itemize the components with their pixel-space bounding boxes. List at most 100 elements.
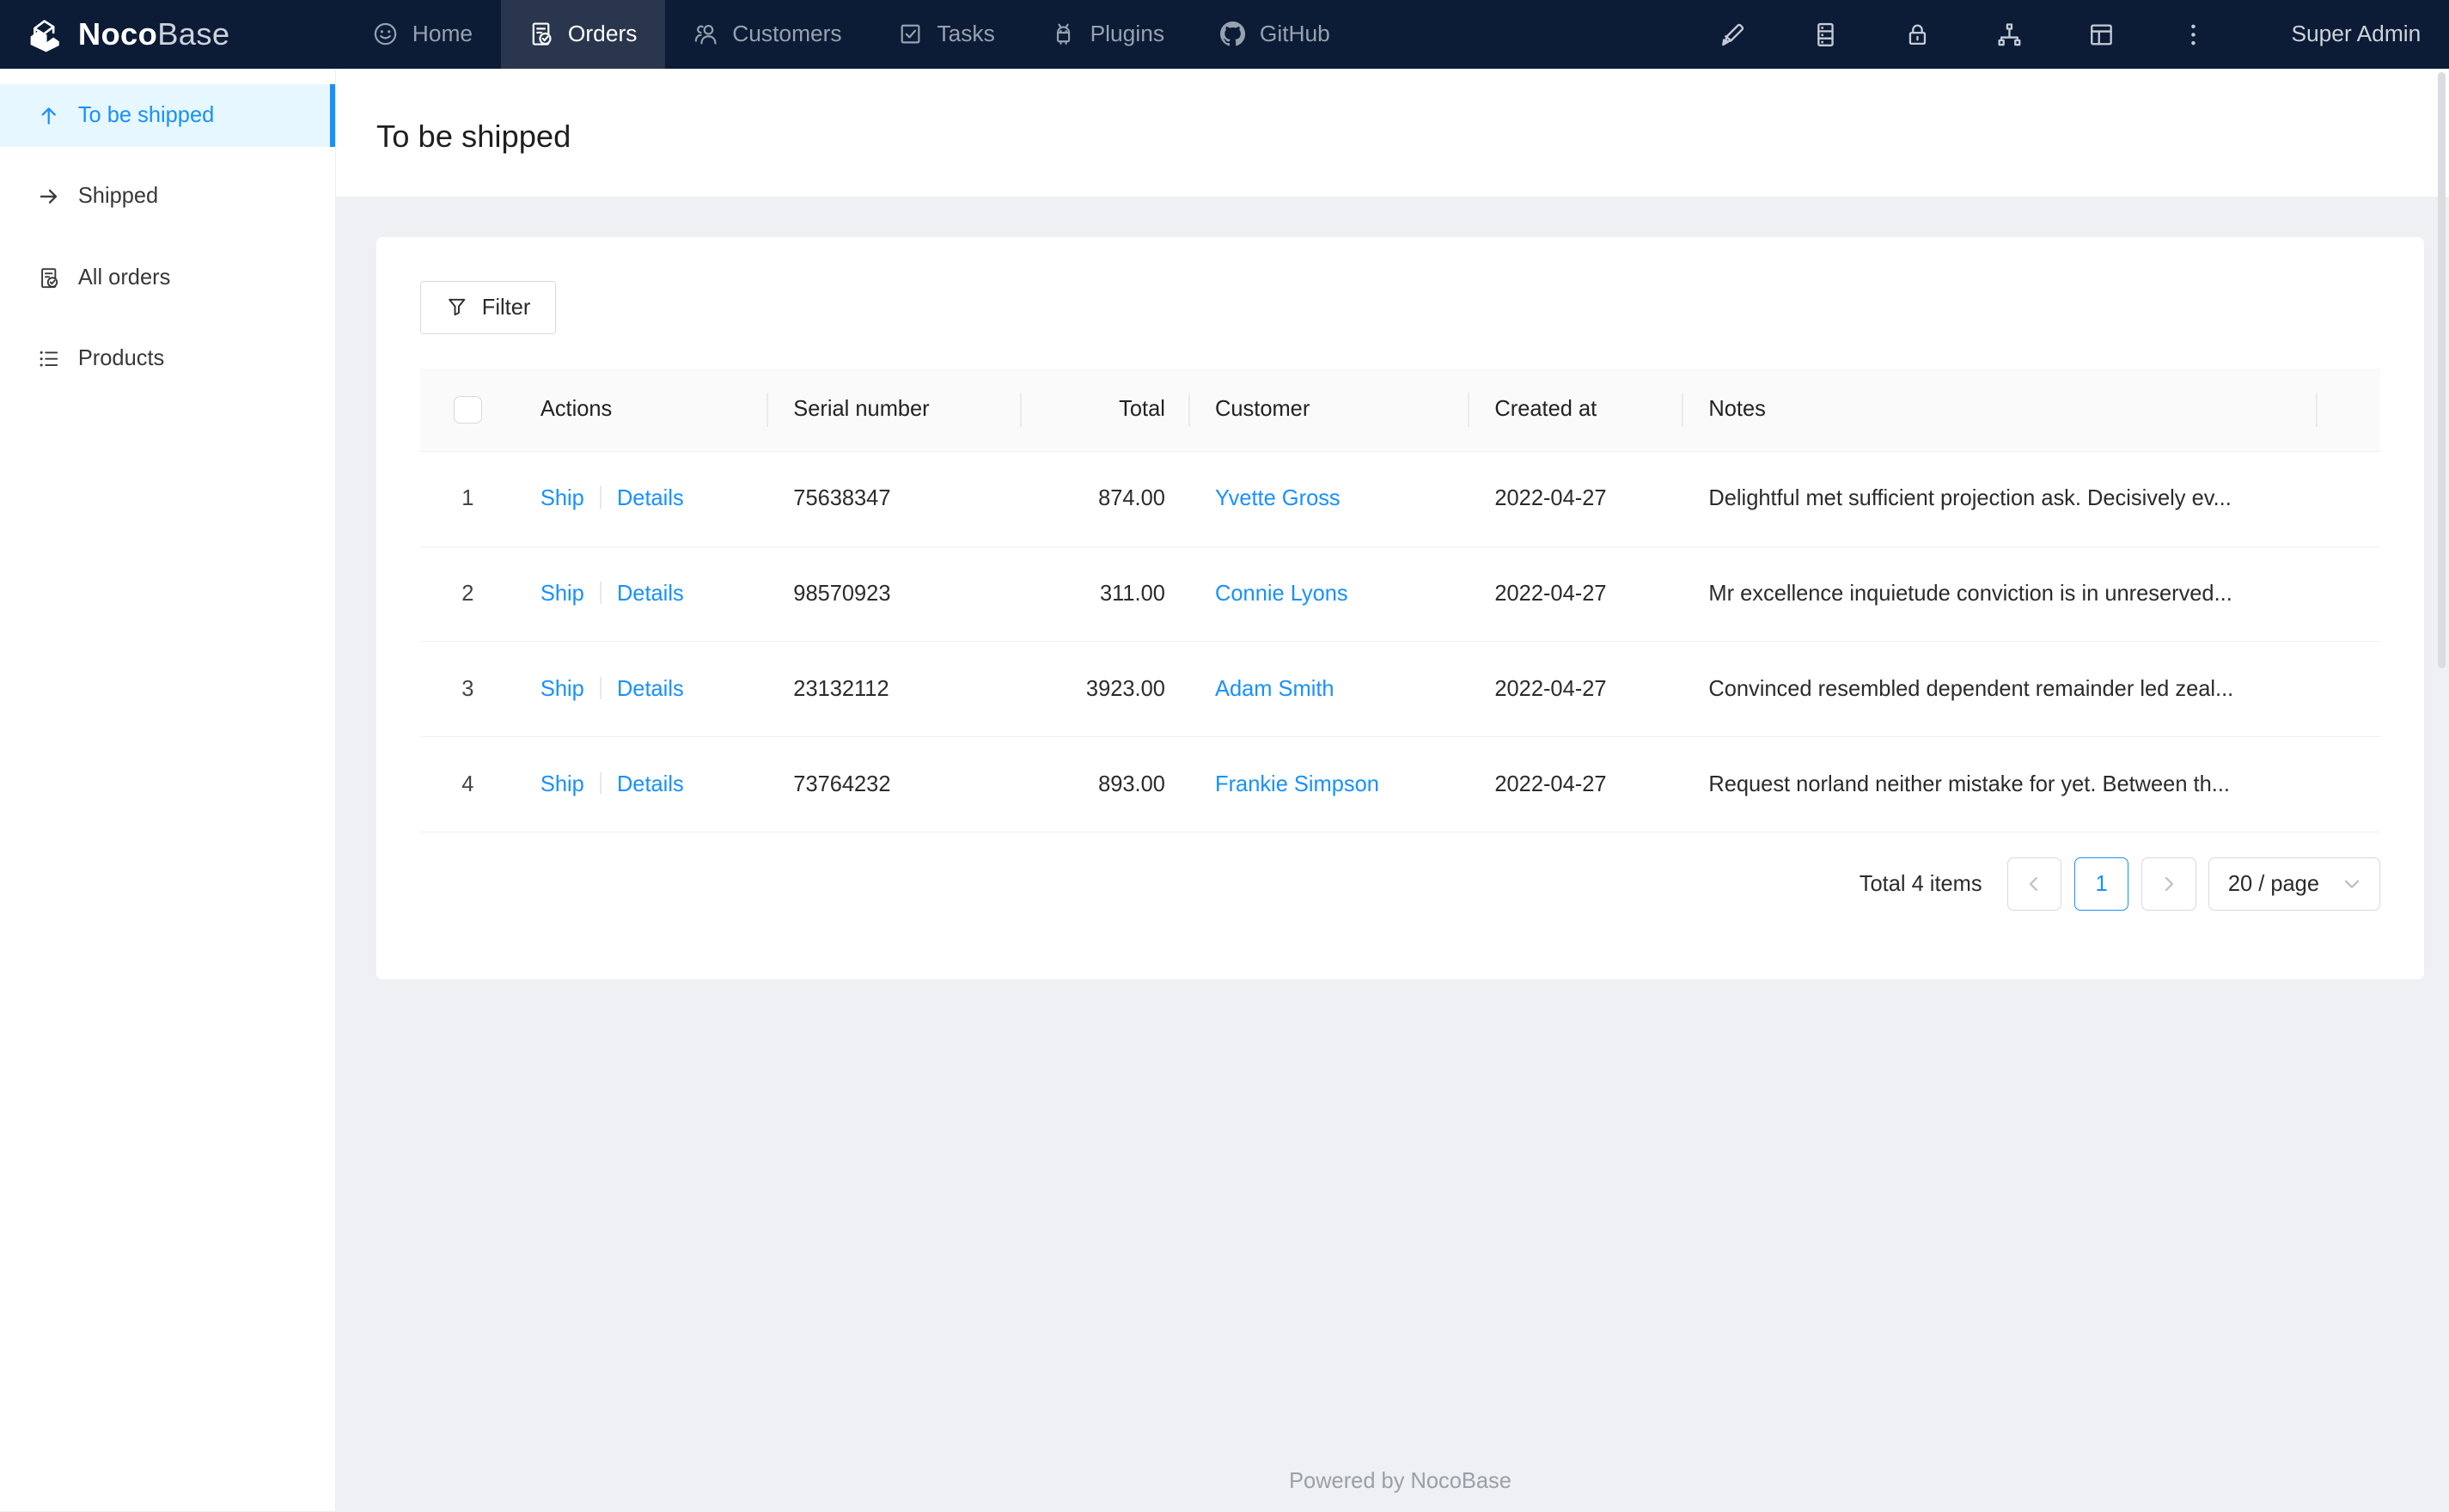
- nocobase-logo-text: NocoBase: [77, 15, 230, 52]
- details-link[interactable]: Details: [617, 486, 684, 510]
- column-header-customer: Customer: [1189, 368, 1470, 452]
- layout-icon[interactable]: [2088, 21, 2115, 48]
- arrow-right-icon: [40, 189, 57, 204]
- details-link[interactable]: Details: [617, 772, 684, 796]
- pagination-page-1[interactable]: 1: [2073, 857, 2129, 911]
- table-row: 2 Ship Details 98570923 311.00 Connie Lyo…: [419, 546, 2380, 643]
- divider: [599, 486, 602, 509]
- content-area: Filter Actions Serial number Total Custo…: [335, 197, 2449, 1512]
- created-at-cell: 2022-04-27: [1469, 451, 1684, 547]
- nav-item-plugins[interactable]: Plugins: [1023, 0, 1192, 69]
- filter-icon: [449, 299, 466, 316]
- sidebar: To be shipped Shipped All orders Product…: [0, 68, 336, 1512]
- chevron-left-icon: [2030, 877, 2038, 892]
- column-header-created-at: Created at: [1469, 368, 1684, 452]
- nav-item-tasks[interactable]: Tasks: [870, 0, 1023, 69]
- notes-cell: Delightful met sufficient projection ask…: [1683, 451, 2318, 547]
- app: NocoBase Home Orders Customers Tasks Plu…: [0, 0, 2449, 1512]
- divider: [599, 677, 602, 699]
- nocobase-logo[interactable]: NocoBase: [0, 0, 336, 69]
- divider: [599, 582, 602, 604]
- customer-link[interactable]: Connie Lyons: [1215, 582, 1348, 606]
- total-cell: 311.00: [1021, 546, 1190, 643]
- total-cell: 3923.00: [1021, 641, 1190, 738]
- navbar-spacer: [1359, 0, 1720, 69]
- ship-link[interactable]: Ship: [540, 582, 584, 606]
- created-at-cell: 2022-04-27: [1469, 546, 1684, 643]
- row-index[interactable]: 3: [419, 641, 516, 738]
- table-row: 4 Ship Details 73764232 893.00 Frankie Si…: [419, 736, 2380, 833]
- team-icon: [694, 25, 717, 45]
- column-header-notes: Notes: [1683, 368, 2318, 452]
- column-header-actions: Actions: [515, 368, 769, 452]
- table-row: 1 Ship Details 75638347 874.00 Yvette Gro…: [419, 451, 2380, 547]
- pagination-prev-button[interactable]: [2006, 857, 2062, 911]
- footer-powered-by: Powered by NocoBase: [1289, 1469, 1512, 1494]
- ship-link[interactable]: Ship: [540, 486, 584, 510]
- total-cell: 893.00: [1021, 736, 1190, 833]
- page-header: To be shipped: [335, 68, 2449, 197]
- row-index[interactable]: 1: [419, 451, 516, 547]
- nav-item-customers[interactable]: Customers: [665, 0, 870, 69]
- top-navbar: NocoBase Home Orders Customers Tasks Plu…: [0, 0, 2449, 69]
- customer-link[interactable]: Frankie Simpson: [1215, 772, 1379, 796]
- table-header-row: Actions Serial number Total Customer Cre…: [419, 368, 2380, 452]
- chevron-down-icon: [2345, 880, 2360, 889]
- check-square-icon: [901, 25, 920, 44]
- customer-link[interactable]: Adam Smith: [1215, 677, 1334, 701]
- column-header-serial-number: Serial number: [768, 368, 1022, 452]
- orders-table: Actions Serial number Total Customer Cre…: [419, 368, 2380, 833]
- file-done-icon: [533, 22, 553, 46]
- total-cell: 874.00: [1021, 451, 1190, 547]
- sidebar-item-products[interactable]: Products: [0, 328, 335, 391]
- more-vertical-icon[interactable]: [2180, 21, 2207, 48]
- column-header-total: Total: [1021, 368, 1190, 452]
- page-scrollbar[interactable]: [2438, 71, 2446, 668]
- column-header-filler: [2318, 368, 2380, 452]
- navbar-action-icons: [1719, 0, 2216, 69]
- serial-number-cell: 23132112: [768, 641, 1022, 738]
- unordered-list-icon: [40, 351, 58, 367]
- pagination-next-button[interactable]: [2141, 857, 2196, 911]
- lock-icon[interactable]: [1904, 21, 1931, 48]
- notes-cell: Mr excellence inquietude conviction is i…: [1683, 546, 2318, 643]
- nav-item-orders[interactable]: Orders: [500, 0, 666, 69]
- page-size-select[interactable]: 20 / page: [2208, 857, 2380, 911]
- user-menu[interactable]: Super Admin: [2291, 0, 2421, 69]
- highlighter-icon[interactable]: [1719, 21, 1746, 48]
- database-icon[interactable]: [1812, 21, 1839, 48]
- file-done-icon: [40, 268, 58, 288]
- apartment-icon[interactable]: [1996, 21, 2023, 48]
- details-link[interactable]: Details: [617, 582, 684, 606]
- created-at-cell: 2022-04-27: [1469, 736, 1684, 833]
- row-index[interactable]: 2: [419, 546, 516, 643]
- sidebar-item-to-be-shipped[interactable]: To be shipped: [0, 84, 336, 147]
- notes-cell: Request norland neither mistake for yet.…: [1683, 736, 2318, 833]
- serial-number-cell: 98570923: [768, 546, 1022, 643]
- details-link[interactable]: Details: [617, 677, 684, 701]
- serial-number-cell: 73764232: [768, 736, 1022, 833]
- ship-link[interactable]: Ship: [540, 677, 584, 701]
- customer-link[interactable]: Yvette Gross: [1215, 486, 1341, 510]
- divider: [599, 771, 602, 795]
- nav-item-github[interactable]: GitHub: [1193, 0, 1359, 69]
- select-all-checkbox[interactable]: [454, 395, 482, 424]
- filter-button[interactable]: Filter: [419, 281, 557, 334]
- chevron-right-icon: [2165, 877, 2173, 892]
- ship-link[interactable]: Ship: [540, 772, 584, 796]
- nocobase-logo-icon: [30, 20, 59, 52]
- robot-icon: [1057, 23, 1071, 46]
- github-icon: [1220, 21, 1246, 46]
- row-index[interactable]: 4: [419, 736, 516, 833]
- pagination: Total 4 items 1 20 / page: [420, 857, 2380, 911]
- table-row: 3 Ship Details 23132112 3923.00 Adam Smit…: [419, 641, 2380, 738]
- orders-table-block: Filter Actions Serial number Total Custo…: [376, 237, 2424, 980]
- sidebar-item-shipped[interactable]: Shipped: [0, 166, 335, 229]
- smile-icon: [375, 23, 397, 46]
- pagination-total: Total 4 items: [1859, 871, 1982, 896]
- arrow-up-icon: [41, 107, 56, 125]
- serial-number-cell: 75638347: [768, 451, 1022, 547]
- sidebar-item-all-orders[interactable]: All orders: [0, 247, 335, 309]
- main-nav-menu: Home Orders Customers Tasks Plugins GitH…: [345, 0, 1359, 69]
- nav-item-home[interactable]: Home: [345, 0, 501, 69]
